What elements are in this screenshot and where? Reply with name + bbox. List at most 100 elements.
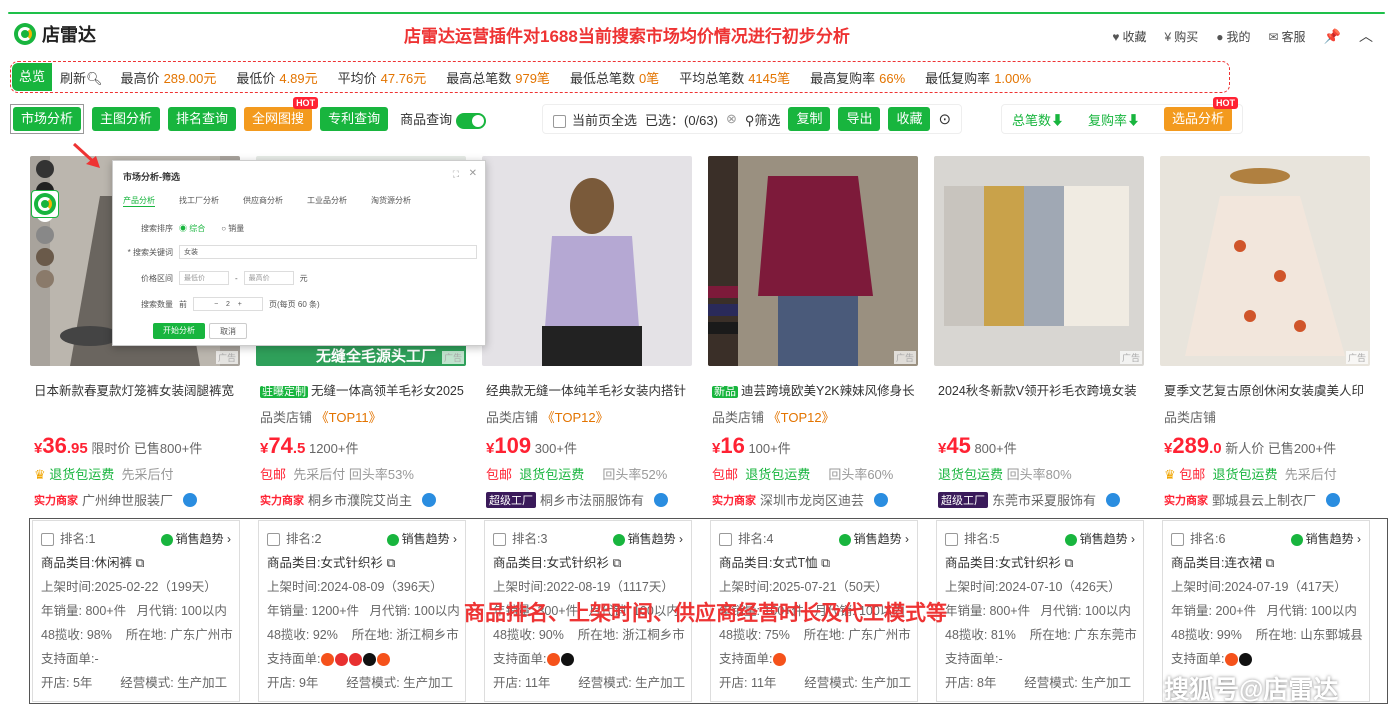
stats-bar: 总览 刷新🔍︎ 最高价 289.00元 最低价 4.89元 平均价 47.76元 最高…	[10, 61, 1230, 93]
refresh-button[interactable]: 刷新🔍︎	[52, 68, 111, 87]
product-title[interactable]: 经典款无缝一体纯羊毛衫女装内搭针	[486, 380, 698, 399]
rank-checkbox[interactable]: 排名:1	[41, 527, 95, 551]
tab-factory-analysis[interactable]: 找工厂分析	[179, 195, 219, 207]
sales-trend-link[interactable]: 销售趋势 ›	[1065, 527, 1135, 551]
nav-mine[interactable]: ● 我的	[1216, 28, 1250, 45]
pointer-arrow-icon	[72, 142, 100, 168]
rank-checkbox[interactable]: 排名:2	[267, 527, 321, 551]
select-analysis-button[interactable]: 选品分析 HOT	[1164, 97, 1239, 131]
tab-supplier-analysis[interactable]: 供应商分析	[243, 195, 283, 207]
sales-trend-link[interactable]: 销售趋势 ›	[1291, 527, 1361, 551]
sort-row: 搜索排序 ◉ 综合 ○ 销量	[141, 223, 245, 234]
merchant-row[interactable]: 超级工厂 桐乡市法丽服饰有	[486, 490, 669, 509]
product-image[interactable]: 广告	[934, 156, 1144, 366]
export-button[interactable]: 导出	[838, 107, 881, 131]
rank-checkbox[interactable]: 排名:4	[719, 527, 773, 551]
sales-trend-link[interactable]: 销售趋势 ›	[161, 527, 231, 551]
radio-sales[interactable]: ○ 销量	[221, 223, 244, 234]
tab-industrial-analysis[interactable]: 工业品分析	[307, 195, 347, 207]
tab-taobao-analysis[interactable]: 淘货源分析	[371, 195, 411, 207]
rank-checkbox[interactable]: 排名:5	[945, 527, 999, 551]
rank-checkbox[interactable]: 排名:3	[493, 527, 547, 551]
product-image[interactable]: 广告	[1160, 156, 1370, 366]
service-tags: 包邮 退货包运费 回头率52%	[486, 467, 668, 482]
filter-button[interactable]: ⚲筛选	[745, 110, 781, 129]
count-row: 搜索数量 前 − 2 + 页(每页 60 条)	[123, 297, 320, 311]
crown-icon: ♛	[1164, 467, 1176, 482]
product-image[interactable]	[482, 156, 692, 366]
selected-count: 已选：(0/63)	[645, 112, 718, 128]
main-image-analysis-button[interactable]: 主图分析	[92, 107, 161, 131]
price-min-input[interactable]: 最低价	[179, 271, 229, 285]
merchant-row[interactable]: 实力商家 广州绅世服装厂	[34, 490, 198, 509]
swatch[interactable]	[36, 160, 54, 178]
swatch[interactable]	[36, 226, 54, 244]
shop-rank: 品类店铺 《TOP11》	[260, 410, 382, 425]
category[interactable]: 商品类目:女式T恤 ⧉	[719, 551, 909, 575]
patent-query-button[interactable]: 专利查询	[320, 107, 389, 131]
pin-icon[interactable]: 📌	[1324, 28, 1341, 45]
product-title[interactable]: 日本新款春夏款灯笼裤女装阔腿裤宽	[34, 380, 246, 399]
category[interactable]: 商品类目:女式针织衫 ⧉	[267, 551, 457, 575]
tab-product-analysis[interactable]: 产品分析	[123, 195, 155, 207]
image-search-button[interactable]: 全网图搜 HOT	[244, 97, 319, 131]
category[interactable]: 商品类目:休闲裤 ⧉	[41, 551, 231, 575]
merchant-row[interactable]: 超级工厂 东莞市采夏服饰有	[938, 490, 1121, 509]
chat-badge-icon	[654, 492, 669, 507]
expand-icon[interactable]: ⛶	[453, 169, 459, 180]
nav-buy[interactable]: ¥ 购买	[1165, 28, 1199, 45]
sales-trend-link[interactable]: 销售趋势 ›	[613, 527, 683, 551]
merchant-row[interactable]: 实力商家 鄄城县云上制衣厂	[1164, 490, 1341, 509]
stat-max-orders: 最高总笔数 979笔	[446, 70, 550, 86]
copy-button[interactable]: 复制	[788, 107, 831, 131]
selection-group: 当前页全选 已选：(0/63) ⊗ ⚲筛选 复制 导出 收藏 ⊙	[542, 104, 963, 134]
platform-icon	[547, 653, 561, 667]
product-title[interactable]: 新品 迪芸跨境欧美Y2K辣妹风修身长	[712, 380, 924, 399]
sales-trend-link[interactable]: 销售趋势 ›	[839, 527, 909, 551]
price-max-input[interactable]: 最高价	[243, 271, 294, 285]
select-all-checkbox[interactable]: 当前页全选	[553, 110, 637, 129]
service-tags: 包邮 先采后付 回头率53%	[260, 467, 414, 482]
close-icon[interactable]: ✕	[469, 168, 477, 179]
plugin-float-button[interactable]	[31, 190, 59, 218]
platform-icon	[1225, 653, 1239, 667]
clear-icon[interactable]: ⊗	[726, 111, 737, 127]
market-analysis-button[interactable]: 市场分析	[13, 107, 82, 131]
product-title[interactable]: 驻曝定制 无缝一体高领羊毛衫女2025	[260, 380, 472, 399]
collect-button[interactable]: 收藏	[888, 107, 931, 131]
crown-icon: ♛	[34, 467, 46, 482]
sort-total-button[interactable]: 总笔数⬇	[1012, 110, 1064, 129]
cancel-button[interactable]: 取消	[209, 323, 247, 339]
app-logo[interactable]: 店雷达	[14, 22, 96, 46]
overview-tab[interactable]: 总览	[12, 63, 53, 91]
product-image[interactable]: 广告	[708, 156, 918, 366]
rank-checkbox[interactable]: 排名:6	[1171, 527, 1225, 551]
merchant-row[interactable]: 实力商家 桐乡市濮院艾尚主	[260, 490, 437, 509]
radio-comprehensive[interactable]: ◉ 综合	[179, 223, 205, 234]
merchant-row[interactable]: 实力商家 深圳市龙岗区迪芸	[712, 490, 889, 509]
goods-query-toggle[interactable]	[456, 112, 487, 129]
nav-favorites[interactable]: ♥ 收藏	[1112, 28, 1146, 45]
collapse-icon[interactable]: ︿	[1359, 26, 1373, 46]
top-accent-bar	[8, 12, 1385, 14]
swatch[interactable]	[36, 270, 54, 288]
user-icon: ●	[1216, 29, 1224, 44]
swatch[interactable]	[36, 248, 54, 266]
external-link-icon: ⧉	[135, 556, 145, 570]
price-row: 价格区间 最低价 - 最高价 元	[123, 271, 308, 285]
category[interactable]: 商品类目:女式针织衫 ⧉	[493, 551, 683, 575]
start-analysis-button[interactable]: 开始分析	[153, 323, 205, 339]
category[interactable]: 商品类目:女式针织衫 ⧉	[945, 551, 1135, 575]
category[interactable]: 商品类目:连衣裙 ⧉	[1171, 551, 1361, 575]
product-title[interactable]: 夏季文艺复古原创休闲女装虞美人印	[1164, 380, 1376, 399]
sort-repurchase-button[interactable]: 复购率⬇	[1088, 110, 1140, 129]
stat-min-orders: 最低总笔数 0笔	[569, 70, 660, 86]
keyword-input[interactable]: 女装	[179, 245, 477, 259]
settings-icon[interactable]: ⊙	[938, 110, 951, 128]
count-stepper[interactable]: − 2 +	[193, 297, 263, 311]
rank-query-button[interactable]: 排名查询	[168, 107, 237, 131]
nav-service[interactable]: ✉ 客服	[1268, 28, 1305, 45]
listed-time: 上架时间:2025-02-22（199天）	[41, 580, 217, 594]
product-title[interactable]: 2024秋冬新款V领开衫毛衣跨境女装	[938, 380, 1150, 399]
sales-trend-link[interactable]: 销售趋势 ›	[387, 527, 457, 551]
